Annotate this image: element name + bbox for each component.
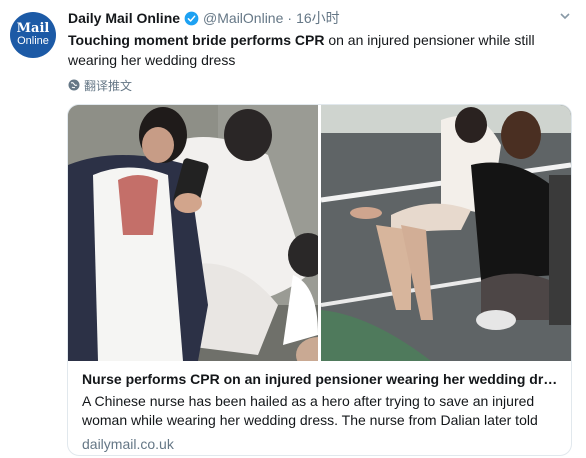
translate-label: 翻译推文 [84, 78, 133, 93]
avatar-logo-line2: Online [17, 35, 49, 47]
avatar-logo-line1: Mail [16, 21, 50, 36]
tweet-header: Daily Mail Online @MailOnline · 16小时 [68, 8, 550, 28]
tweet-timestamp[interactable]: 16小时 [296, 8, 340, 28]
card-domain: dailymail.co.uk [82, 436, 174, 452]
verified-badge-icon [184, 11, 199, 25]
tweet-text-bold: Touching moment bride performs CPR [68, 32, 325, 48]
separator-dot: · [287, 10, 293, 26]
chevron-down-icon[interactable] [558, 10, 572, 24]
translate-tweet-button[interactable]: 翻译推文 [68, 76, 132, 94]
globe-icon [68, 79, 80, 91]
card-photo-left [68, 105, 318, 361]
avatar[interactable]: Mail Online [10, 12, 56, 58]
card-description: A Chinese nurse has been hailed as a her… [82, 393, 538, 428]
tweet-text: Touching moment bride performs CPR on an… [68, 30, 558, 70]
author-handle[interactable]: @MailOnline [203, 10, 283, 26]
card-photo-right [321, 105, 571, 361]
tweet[interactable]: Mail Online Daily Mail Online @MailOnlin… [0, 0, 586, 458]
author-name[interactable]: Daily Mail Online [68, 10, 180, 26]
card-text: Nurse performs CPR on an injured pension… [82, 369, 560, 452]
link-card[interactable]: Nurse performs CPR on an injured pension… [67, 104, 572, 456]
card-images[interactable] [68, 105, 571, 361]
card-title[interactable]: Nurse performs CPR on an injured pension… [82, 369, 560, 389]
